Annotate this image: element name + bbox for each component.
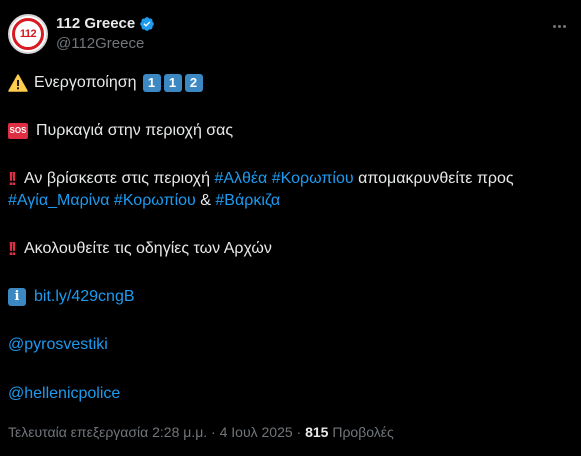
tweet-line-link: i bit.ly/429cngB bbox=[8, 286, 135, 308]
author-display-name[interactable]: 112 Greece bbox=[56, 15, 135, 32]
views-count: 815 bbox=[305, 424, 329, 440]
tweet-line-mention-police: @hellenicpolice bbox=[8, 383, 120, 405]
verified-badge-icon bbox=[140, 16, 155, 31]
mention-pyrosvestiki[interactable]: @pyrosvestiki bbox=[8, 334, 108, 356]
evacuate-prefix: Αν βρίσκεστε στις περιοχή bbox=[24, 170, 210, 187]
tweet-line-instructions: !! Ακολουθείτε τις οδηγίες των Αρχών bbox=[8, 238, 272, 260]
evacuate-suffix: απομακρυνθείτε προς bbox=[358, 170, 514, 187]
author-handle[interactable]: @112Greece bbox=[56, 35, 155, 52]
avatar-logo: 112 bbox=[12, 18, 44, 50]
instructions-text: Ακολουθείτε τις οδηγίες των Αρχών bbox=[24, 240, 272, 257]
hashtag-varkiza[interactable]: #Βάρκιζα bbox=[215, 190, 280, 212]
mention-hellenicpolice[interactable]: @hellenicpolice bbox=[8, 383, 120, 405]
keycap-1-icon: 1 bbox=[142, 74, 161, 92]
tweet-line-fire: SOS Πυρκαγιά στην περιοχή σας bbox=[8, 120, 233, 142]
tweet-header: 112 112 Greece @112Greece bbox=[0, 0, 581, 64]
info-icon: i bbox=[8, 288, 26, 306]
views-label: Προβολές bbox=[332, 424, 394, 440]
activation-text: Ενεργοποίηση bbox=[34, 74, 137, 91]
tweet-line-destinations: #Αγία_Μαρίνα #Κορωπίου & #Βάρκιζα bbox=[8, 190, 280, 212]
tweet-line-mention-fire: @pyrosvestiki bbox=[8, 334, 108, 356]
tweet-line-evacuate: !! Αν βρίσκεστε στις περιοχή #Αλθέα #Κορ… bbox=[8, 168, 514, 190]
short-link[interactable]: bit.ly/429cngB bbox=[34, 286, 135, 308]
ampersand: & bbox=[200, 192, 211, 209]
keycap-1-icon: 1 bbox=[163, 74, 182, 92]
author-block: 112 Greece @112Greece bbox=[56, 15, 155, 52]
hashtag-koropiou-2[interactable]: #Κορωπίου bbox=[114, 190, 196, 212]
hashtag-agia-marina[interactable]: #Αγία_Μαρίνα bbox=[8, 190, 109, 212]
more-options-icon[interactable] bbox=[549, 16, 569, 36]
avatar[interactable]: 112 bbox=[8, 14, 48, 54]
avatar-logo-text: 112 bbox=[19, 28, 37, 40]
fire-alert-text: Πυρκαγιά στην περιοχή σας bbox=[36, 122, 234, 139]
hashtag-koropiou[interactable]: #Κορωπίου bbox=[272, 168, 354, 190]
tweet-meta: Τελευταία επεξεργασία 2:28 μ.μ. · 4 Ιουλ… bbox=[8, 424, 394, 440]
double-exclamation-icon: !! bbox=[8, 239, 17, 259]
sos-icon: SOS bbox=[8, 123, 28, 139]
tweet-line-activation: Ενεργοποίηση 1 1 2 bbox=[8, 72, 206, 94]
double-exclamation-icon: !! bbox=[8, 169, 17, 189]
keycap-2-icon: 2 bbox=[184, 74, 203, 92]
hashtag-althea[interactable]: #Αλθέα bbox=[214, 168, 267, 190]
warning-icon bbox=[8, 74, 28, 92]
edited-timestamp[interactable]: Τελευταία επεξεργασία 2:28 μ.μ. · 4 Ιουλ… bbox=[8, 424, 301, 440]
